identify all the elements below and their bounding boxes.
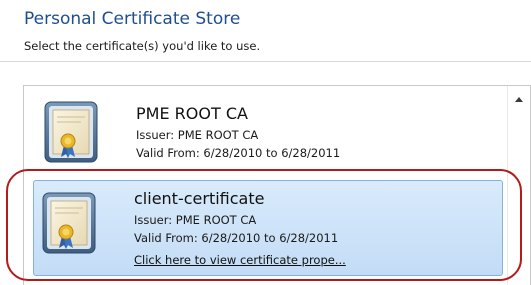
dialog-subtitle: Select the certificate(s) you'd like to … xyxy=(24,39,261,53)
certificate-validity: Valid From: 6/28/2010 to 6/28/2011 xyxy=(134,231,339,245)
certificate-icon xyxy=(44,101,98,163)
header-divider xyxy=(0,61,531,62)
certificate-icon xyxy=(42,192,96,254)
scroll-up-arrow-icon[interactable] xyxy=(515,97,523,102)
certificate-name: PME ROOT CA xyxy=(136,104,248,123)
vertical-scrollbar[interactable] xyxy=(507,86,530,285)
certificate-dialog: Personal Certificate Store Select the ce… xyxy=(0,0,531,285)
certificate-item-pme-root-ca[interactable]: PME ROOT CA Issuer: PME ROOT CA Valid Fr… xyxy=(33,95,503,183)
certificate-issuer: Issuer: PME ROOT CA xyxy=(134,213,257,227)
view-certificate-properties-link[interactable]: Click here to view certificate prope... xyxy=(134,253,346,267)
dialog-title: Personal Certificate Store xyxy=(24,9,241,29)
certificate-issuer: Issuer: PME ROOT CA xyxy=(136,128,259,142)
certificate-item-client-certificate[interactable]: client-certificate Issuer: PME ROOT CA V… xyxy=(33,180,503,276)
certificate-name: client-certificate xyxy=(134,189,265,208)
certificate-validity: Valid From: 6/28/2010 to 6/28/2011 xyxy=(136,146,341,160)
